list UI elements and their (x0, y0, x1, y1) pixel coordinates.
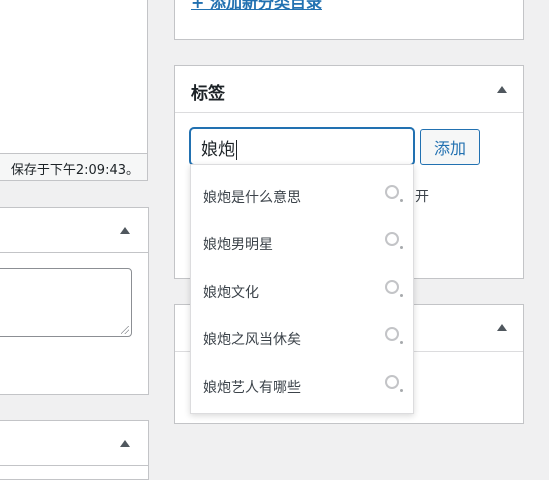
search-icon (385, 280, 403, 297)
new-tag-input[interactable]: 娘炮 (190, 128, 414, 165)
tags-help-text-fragment: 开 (415, 189, 429, 205)
autosave-text: 保存于下午2:09:43。 (10, 163, 139, 178)
suggestion-label: 娘炮男明星 (203, 237, 273, 253)
lower-left-panel (0, 420, 149, 480)
suggestion-label: 娘炮之风当休矣 (203, 332, 301, 348)
suggestion-label: 娘炮是什么意思 (203, 190, 301, 206)
autosave-status-bar: 保存于下午2:09:43。 (0, 153, 148, 181)
excerpt-panel (0, 207, 149, 395)
search-icon (385, 185, 403, 202)
search-icon (385, 375, 403, 392)
lower-left-panel-toggle-icon[interactable] (120, 440, 130, 447)
text-cursor (236, 140, 237, 160)
next-panel-toggle-icon[interactable] (497, 324, 507, 331)
tags-panel-header (175, 66, 523, 113)
suggestion-item[interactable]: 娘炮男明星 (191, 221, 413, 268)
tags-panel-title: 标签 (191, 84, 225, 104)
tag-suggestions-dropdown: 娘炮是什么意思 娘炮男明星 娘炮文化 娘炮之风当休矣 娘炮艺人有哪些 (190, 164, 414, 414)
search-icon (385, 232, 403, 249)
suggestion-item[interactable]: 娘炮文化 (191, 269, 413, 316)
suggestion-item[interactable]: 娘炮是什么意思 (191, 174, 413, 221)
tag-input-value: 娘炮 (201, 140, 235, 160)
search-icon (385, 327, 403, 344)
suggestion-item[interactable]: 娘炮之风当休矣 (191, 316, 413, 363)
suggestion-label: 娘炮艺人有哪些 (203, 380, 301, 396)
textarea-resize-handle[interactable] (121, 326, 129, 334)
suggestion-label: 娘炮文化 (203, 285, 259, 301)
suggestion-item[interactable]: 娘炮艺人有哪些 (191, 364, 413, 411)
add-new-category-link[interactable]: + 添加新分类目录 (191, 0, 322, 13)
excerpt-panel-toggle-icon[interactable] (120, 227, 130, 234)
excerpt-textarea[interactable] (0, 268, 132, 337)
editor-content-panel (0, 0, 148, 154)
tags-panel-toggle-icon[interactable] (497, 86, 507, 93)
add-tag-button[interactable]: 添加 (420, 129, 480, 165)
categories-panel: + 添加新分类目录 (174, 0, 524, 40)
